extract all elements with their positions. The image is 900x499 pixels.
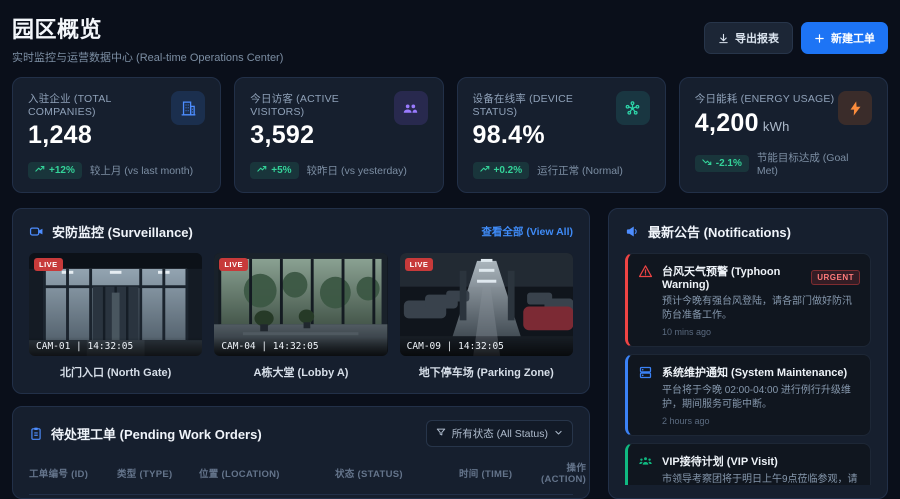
stat-unit: kWh (763, 119, 790, 134)
col-header-location: 位置 (LOCATION) (199, 466, 329, 480)
trend-up-icon (480, 165, 490, 176)
camera-card: LIVE CAM-09 | 14:32:05 地下停车场 (Parking Zo… (400, 253, 573, 380)
notification-vip-visit[interactable]: VIP接待计划 (VIP Visit) 市领导考察团将于明日上午9点莅临参观，请… (625, 443, 871, 485)
camera-feed-parking[interactable]: LIVE CAM-09 | 14:32:05 (400, 253, 573, 356)
stat-card-devices: 设备在线率 (DEVICE STATUS) 98.4% +0.2% 运行正常 (… (457, 77, 666, 193)
notifications-list: 台风天气预警 (Typhoon Warning) URGENT 预计今晚有强台风… (625, 253, 871, 485)
col-header-id: 工单编号 (ID) (29, 466, 111, 480)
surveillance-title: 安防监控 (Surveillance) (52, 222, 193, 241)
filter-icon (436, 427, 446, 440)
page-title: 园区概览 (12, 12, 283, 44)
new-work-order-label: 新建工单 (831, 30, 875, 46)
notifications-title: 最新公告 (Notifications) (648, 222, 791, 241)
trend-up-icon (35, 165, 45, 176)
plus-icon (814, 33, 825, 44)
work-orders-panel: 待处理工单 (Pending Work Orders) 所有状态 (All St… (12, 406, 590, 499)
page-subtitle: 实时监控与运营数据中心 (Real-time Operations Center… (12, 49, 283, 65)
camera-card: LIVE CAM-01 | 14:32:05 北门入口 (North Gate) (29, 253, 202, 380)
notification-title: VIP接待计划 (VIP Visit) (662, 453, 778, 469)
export-report-label: 导出报表 (735, 30, 779, 46)
notifications-panel: 最新公告 (Notifications) 台风天气预警 (Typhoon War… (608, 208, 888, 499)
top-bar: 园区概览 实时监控与运营数据中心 (Real-time Operations C… (12, 12, 888, 65)
export-report-button[interactable]: 导出报表 (704, 22, 793, 54)
notification-title: 台风天气预警 (Typhoon Warning) (662, 263, 805, 291)
table-header-row: 工单编号 (ID) 类型 (TYPE) 位置 (LOCATION) 状态 (ST… (29, 460, 573, 495)
surveillance-panel: 安防监控 (Surveillance) 查看全部 (View All) (12, 208, 590, 394)
stat-label: 设备在线率 (DEVICE STATUS) (473, 91, 616, 118)
download-icon (718, 33, 729, 44)
trend-down-icon (702, 158, 712, 169)
camera-feed-north-gate[interactable]: LIVE CAM-01 | 14:32:05 (29, 253, 202, 356)
trend-up-icon (257, 165, 267, 176)
col-header-time: 时间 (TIME) (459, 466, 535, 480)
delta-badge: +5% (250, 162, 298, 179)
warning-triangle-icon (638, 264, 653, 337)
stat-label: 今日能耗 (ENERGY USAGE) (695, 91, 835, 106)
stat-note: 节能目标达成 (Goal Met) (757, 150, 872, 177)
col-header-type: 类型 (TYPE) (117, 466, 193, 480)
notification-typhoon[interactable]: 台风天气预警 (Typhoon Warning) URGENT 预计今晚有强台风… (625, 253, 871, 347)
delta-badge: -2.1% (695, 155, 749, 172)
stat-value: 1,248 (28, 121, 171, 150)
video-camera-icon (29, 224, 44, 239)
live-badge: LIVE (219, 258, 248, 271)
stat-note: 较上月 (vs last month) (90, 163, 193, 178)
table-row[interactable]: #WO-2023001 设施维修 3号楼电梯 (Elevator B3) 待处理… (29, 495, 573, 499)
notification-body: 平台将于今晚 02:00-04:00 进行例行升级维护，期间服务可能中断。 (662, 384, 860, 411)
stats-row: 入驻企业 (TOTAL COMPANIES) 1,248 +12% 较上月 (v… (12, 77, 888, 193)
camera-label: A栋大堂 (Lobby A) (214, 364, 387, 380)
bolt-icon (838, 91, 872, 125)
stat-note: 较昨日 (vs yesterday) (307, 163, 407, 178)
camera-grid: LIVE CAM-01 | 14:32:05 北门入口 (North Gate) (29, 253, 573, 380)
view-all-link[interactable]: 查看全部 (View All) (481, 224, 573, 239)
dashboard-page: 园区概览 实时监控与运营数据中心 (Real-time Operations C… (0, 0, 900, 499)
col-header-action: 操作 (ACTION) (541, 460, 586, 485)
stat-label: 入驻企业 (TOTAL COMPANIES) (28, 91, 171, 118)
group-icon (638, 454, 653, 485)
camera-label: 地下停车场 (Parking Zone) (400, 364, 573, 380)
users-icon (394, 91, 428, 125)
delta-badge: +12% (28, 162, 82, 179)
building-icon (171, 91, 205, 125)
server-icon (638, 365, 653, 426)
notification-maintenance[interactable]: 系统维护通知 (System Maintenance) 平台将于今晚 02:00… (625, 354, 871, 436)
live-badge: LIVE (405, 258, 434, 271)
work-orders-title: 待处理工单 (Pending Work Orders) (51, 424, 262, 443)
work-orders-table: 工单编号 (ID) 类型 (TYPE) 位置 (LOCATION) 状态 (ST… (29, 460, 573, 499)
clipboard-icon (29, 426, 43, 441)
header-titles: 园区概览 实时监控与运营数据中心 (Real-time Operations C… (12, 12, 283, 65)
new-work-order-button[interactable]: 新建工单 (801, 22, 888, 54)
stat-value: 4,200kWh (695, 109, 835, 138)
col-header-status: 状态 (STATUS) (335, 466, 453, 480)
live-badge: LIVE (34, 258, 63, 271)
status-filter-value: 所有状态 (All Status) (452, 426, 548, 441)
camera-feed-lobby-a[interactable]: LIVE CAM-04 | 14:32:05 (214, 253, 387, 356)
stat-card-energy: 今日能耗 (ENERGY USAGE) 4,200kWh -2.1% 节能目标达… (679, 77, 888, 193)
notification-time: 10 mins ago (662, 327, 860, 337)
camera-id-timestamp: CAM-01 | 14:32:05 (29, 337, 202, 356)
camera-id-timestamp: CAM-09 | 14:32:05 (400, 337, 573, 356)
stat-value: 98.4% (473, 121, 616, 150)
notification-title: 系统维护通知 (System Maintenance) (662, 364, 847, 380)
camera-id-timestamp: CAM-04 | 14:32:05 (214, 337, 387, 356)
notification-time: 2 hours ago (662, 416, 860, 426)
nodes-icon (616, 91, 650, 125)
delta-badge: +0.2% (473, 162, 530, 179)
stat-card-visitors: 今日访客 (ACTIVE VISITORS) 3,592 +5% 较昨日 (vs… (234, 77, 443, 193)
header-actions: 导出报表 新建工单 (704, 22, 888, 54)
chevron-down-icon (554, 428, 563, 440)
notification-body: 市领导考察团将于明日上午9点莅临参观，请相关部门做好接待。 (662, 473, 860, 485)
urgent-badge: URGENT (811, 270, 860, 285)
stat-label: 今日访客 (ACTIVE VISITORS) (250, 91, 393, 118)
camera-label: 北门入口 (North Gate) (29, 364, 202, 380)
camera-card: LIVE CAM-04 | 14:32:05 A栋大堂 (Lobby A) (214, 253, 387, 380)
stat-value: 3,592 (250, 121, 393, 150)
status-filter-dropdown[interactable]: 所有状态 (All Status) (426, 420, 573, 447)
megaphone-icon (625, 224, 640, 239)
stat-card-companies: 入驻企业 (TOTAL COMPANIES) 1,248 +12% 较上月 (v… (12, 77, 221, 193)
notification-body: 预计今晚有强台风登陆，请各部门做好防汛防台准备工作。 (662, 295, 860, 322)
stat-note: 运行正常 (Normal) (537, 163, 623, 178)
